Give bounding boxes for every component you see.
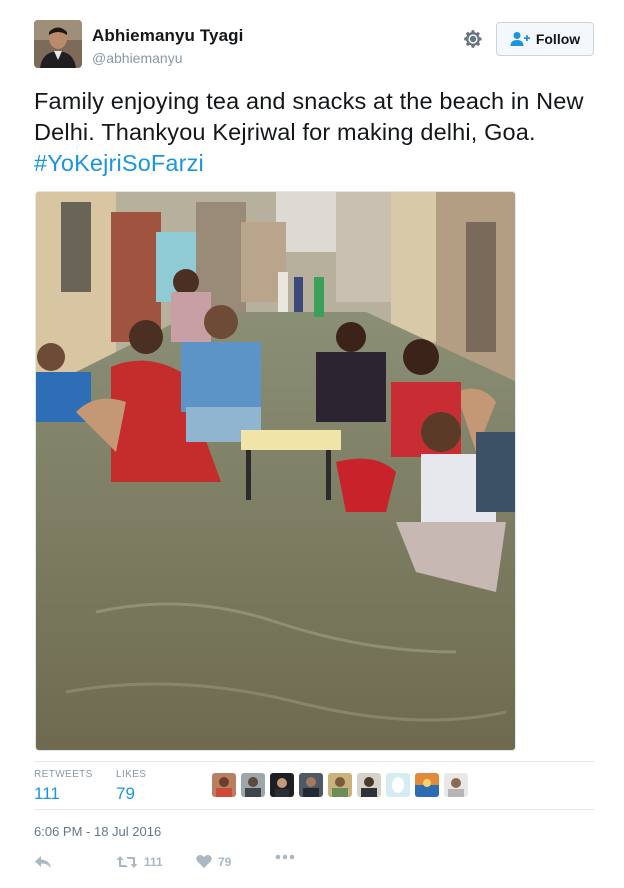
stats-divider-top xyxy=(34,761,594,762)
follow-button[interactable]: Follow xyxy=(496,22,594,56)
like-button[interactable]: 79 xyxy=(196,854,231,869)
author-avatar[interactable] xyxy=(34,20,82,68)
liker-avatar[interactable] xyxy=(328,773,352,797)
retweet-button[interactable]: 111 xyxy=(116,854,163,870)
more-button[interactable] xyxy=(275,854,295,860)
liker-avatar[interactable] xyxy=(357,773,381,797)
like-action-count: 79 xyxy=(218,854,232,869)
tweet-body: Family enjoying tea and snacks at the be… xyxy=(34,88,584,145)
more-icon xyxy=(275,854,295,860)
likes-count[interactable]: 79 xyxy=(116,784,135,804)
tweet-photo[interactable] xyxy=(35,191,516,751)
liker-avatars xyxy=(212,773,468,797)
reply-button[interactable] xyxy=(34,854,52,870)
likes-label: LIKES xyxy=(116,769,147,780)
retweet-action-count: 111 xyxy=(144,855,163,869)
liker-avatar[interactable] xyxy=(241,773,265,797)
gear-icon[interactable] xyxy=(462,28,484,50)
liker-avatar[interactable] xyxy=(415,773,439,797)
liker-avatar[interactable] xyxy=(270,773,294,797)
retweet-icon xyxy=(116,854,138,870)
author-handle[interactable]: @abhiemanyu xyxy=(92,50,183,66)
liker-avatar[interactable] xyxy=(386,773,410,797)
tweet-text: Family enjoying tea and snacks at the be… xyxy=(34,86,604,179)
liker-avatar[interactable] xyxy=(299,773,323,797)
follow-button-label: Follow xyxy=(535,31,581,47)
liker-avatar[interactable] xyxy=(212,773,236,797)
stats-divider-bottom xyxy=(34,809,594,810)
retweets-label: RETWEETS xyxy=(34,769,93,780)
heart-icon xyxy=(196,854,212,869)
reply-icon xyxy=(34,854,52,870)
tweet-timestamp[interactable]: 6:06 PM - 18 Jul 2016 xyxy=(34,824,161,839)
liker-avatar[interactable] xyxy=(444,773,468,797)
author-name[interactable]: Abhiemanyu Tyagi xyxy=(92,26,243,46)
retweets-count[interactable]: 111 xyxy=(34,784,60,804)
follow-person-icon xyxy=(510,31,530,47)
hashtag-link[interactable]: #YoKejriSoFarzi xyxy=(34,150,204,176)
